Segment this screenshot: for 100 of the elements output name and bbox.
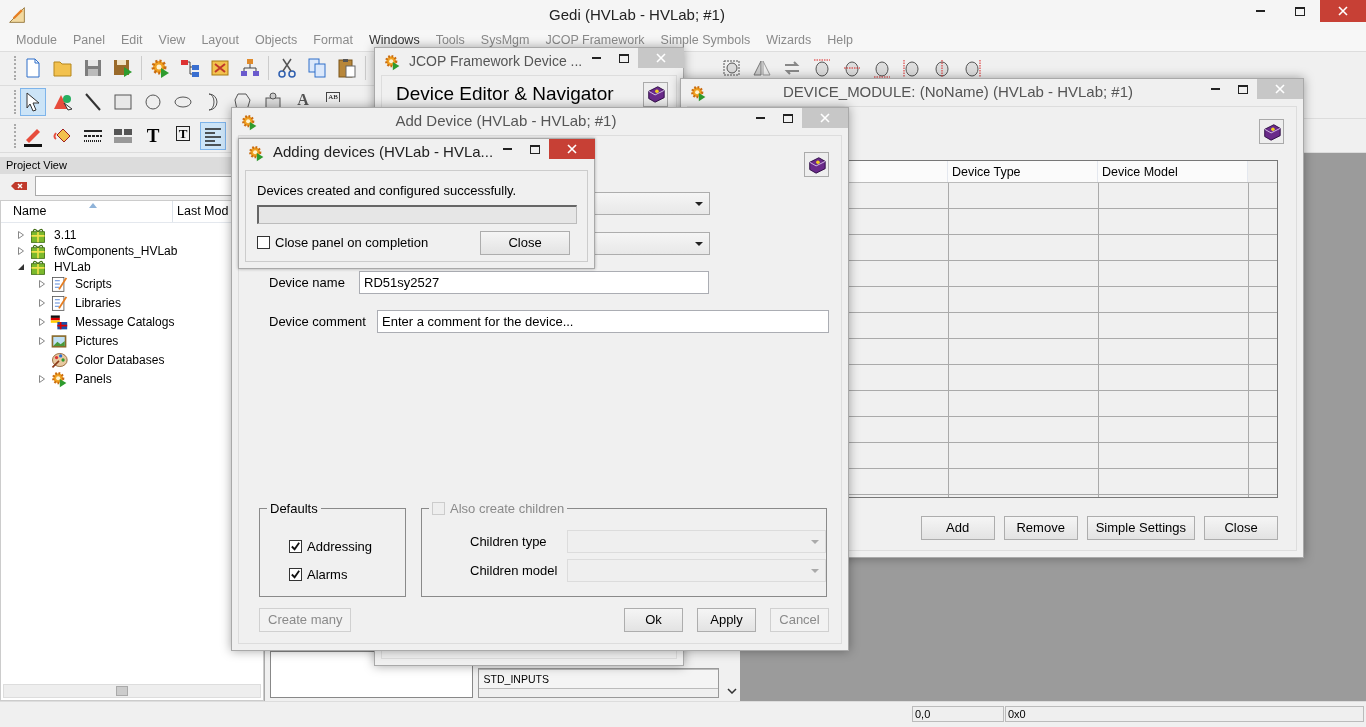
copy-icon bbox=[306, 57, 328, 80]
checkbox-label[interactable]: Alarms bbox=[307, 564, 348, 584]
minimize-icon bbox=[591, 57, 601, 59]
minimize-icon bbox=[755, 117, 765, 119]
tree-item[interactable]: Libraries bbox=[75, 294, 122, 313]
close-icon bbox=[1338, 6, 1348, 16]
checkbox-label[interactable]: Close panel on completion bbox=[275, 232, 429, 253]
tool-button[interactable] bbox=[200, 121, 226, 150]
minimize-icon bbox=[1255, 10, 1265, 12]
window-title: Adding devices (HVLab - HVLa... bbox=[273, 142, 494, 163]
tree-item[interactable]: Color Databases bbox=[75, 351, 165, 370]
gift-box-icon bbox=[29, 242, 47, 260]
column-header[interactable]: Device Model bbox=[1098, 161, 1248, 182]
button: Cancel bbox=[770, 608, 829, 632]
tool-button[interactable] bbox=[20, 87, 46, 116]
tree-item[interactable]: Scripts bbox=[75, 275, 112, 294]
button[interactable]: Remove bbox=[1003, 516, 1078, 540]
column-header[interactable]: Device Type bbox=[948, 161, 1098, 182]
button[interactable]: Simple Settings bbox=[1086, 516, 1195, 540]
tree-item[interactable]: Pictures bbox=[75, 332, 119, 351]
disk-play-icon bbox=[112, 57, 134, 80]
tool-button[interactable]: T bbox=[140, 121, 166, 150]
checkbox[interactable] bbox=[289, 540, 302, 554]
check-icon bbox=[290, 568, 301, 580]
help-button[interactable] bbox=[643, 81, 668, 107]
tree-item[interactable]: 3.11 bbox=[54, 226, 77, 244]
close-icon bbox=[1275, 84, 1285, 94]
panel-heading: Device Editor & Navigator bbox=[396, 82, 614, 106]
help-button[interactable] bbox=[1259, 119, 1284, 144]
button[interactable]: Add bbox=[920, 516, 995, 540]
text-field[interactable]: Enter a comment for the device... bbox=[377, 310, 829, 333]
status-field: 0,0 bbox=[912, 706, 1004, 723]
horizontal-scrollbar[interactable] bbox=[3, 684, 261, 698]
status-message: Devices created and configured successfully. bbox=[257, 182, 518, 200]
caret-icon bbox=[811, 568, 819, 573]
chevron-down-icon[interactable] bbox=[727, 688, 737, 694]
scrollbar-thumb[interactable] bbox=[116, 686, 128, 696]
help-button[interactable] bbox=[804, 152, 829, 177]
tree-item[interactable]: HVLab bbox=[54, 258, 91, 276]
tool-button[interactable]: T bbox=[170, 121, 196, 150]
window-title: Add Device (HVLab - HVLab; #1) bbox=[394, 111, 618, 132]
node-tree-icon bbox=[179, 57, 201, 80]
palette-icon bbox=[50, 351, 68, 370]
align-icon bbox=[811, 57, 833, 80]
close-icon bbox=[656, 53, 667, 63]
button[interactable]: Close bbox=[480, 230, 570, 255]
minimize-icon bbox=[502, 148, 512, 150]
sort-icon[interactable] bbox=[89, 203, 97, 208]
tool-button[interactable]: A bbox=[290, 87, 316, 116]
checkbox[interactable] bbox=[289, 567, 302, 581]
maximize-icon bbox=[1295, 6, 1305, 16]
notepad-pencil-icon bbox=[50, 275, 68, 294]
gear-icon bbox=[149, 57, 171, 80]
column-header[interactable]: Last Mod bbox=[173, 202, 229, 221]
button[interactable]: Ok bbox=[624, 608, 683, 632]
maximize-icon bbox=[783, 113, 793, 123]
window-title: Gedi (HVLab - HVLab; #1) bbox=[548, 4, 726, 25]
flags-icon bbox=[50, 313, 68, 332]
minimize-icon bbox=[1210, 88, 1220, 90]
book-icon bbox=[1261, 121, 1282, 142]
list-item[interactable]: STD_INPUTS bbox=[478, 669, 719, 689]
checkbox-label[interactable]: Addressing bbox=[307, 537, 373, 557]
field-label: Device comment bbox=[269, 312, 367, 331]
close-icon bbox=[820, 113, 830, 123]
maximize-icon bbox=[619, 53, 630, 63]
notepad-pencil-icon bbox=[50, 294, 68, 313]
checkbox-label: Also create children bbox=[450, 500, 565, 518]
gear-play-icon bbox=[689, 83, 707, 102]
menu-item[interactable]: Windows bbox=[360, 31, 428, 50]
field-label: Device name bbox=[269, 273, 346, 292]
gear-icon bbox=[50, 370, 68, 389]
gift-box-icon bbox=[29, 258, 47, 276]
expander-icon[interactable] bbox=[17, 263, 25, 271]
text-field[interactable]: RD51sy2527 bbox=[359, 271, 709, 294]
button[interactable]: Apply bbox=[697, 608, 756, 632]
caret-icon bbox=[811, 539, 819, 544]
check-icon bbox=[290, 541, 301, 553]
tree-item[interactable]: fwComponents_HVLab bbox=[54, 242, 178, 260]
maximize-icon bbox=[530, 144, 541, 154]
clear-icon[interactable] bbox=[10, 180, 28, 192]
button[interactable]: Close bbox=[1204, 516, 1278, 540]
status-field: 0x0 bbox=[1005, 706, 1364, 723]
tree-item[interactable]: Message Catalogs bbox=[75, 313, 175, 332]
pencil-ruler-icon bbox=[8, 6, 26, 24]
gear-play-icon bbox=[247, 143, 265, 162]
close-icon bbox=[567, 144, 578, 154]
gift-box-icon bbox=[29, 226, 47, 244]
clipboard-icon bbox=[336, 57, 358, 80]
scissors-icon bbox=[276, 57, 298, 80]
book-icon bbox=[645, 84, 666, 105]
tree-item[interactable]: Panels bbox=[75, 370, 112, 389]
caret-icon bbox=[695, 241, 703, 246]
window-title: JCOP Framework Device ... bbox=[409, 52, 583, 71]
field-label: Children type bbox=[470, 532, 548, 551]
framed-picture-icon bbox=[50, 332, 68, 351]
caret-icon bbox=[695, 201, 703, 206]
book-icon bbox=[806, 154, 827, 175]
maximize-icon bbox=[1238, 84, 1248, 94]
gear-play-icon bbox=[240, 112, 258, 131]
checkbox[interactable] bbox=[257, 236, 270, 249]
